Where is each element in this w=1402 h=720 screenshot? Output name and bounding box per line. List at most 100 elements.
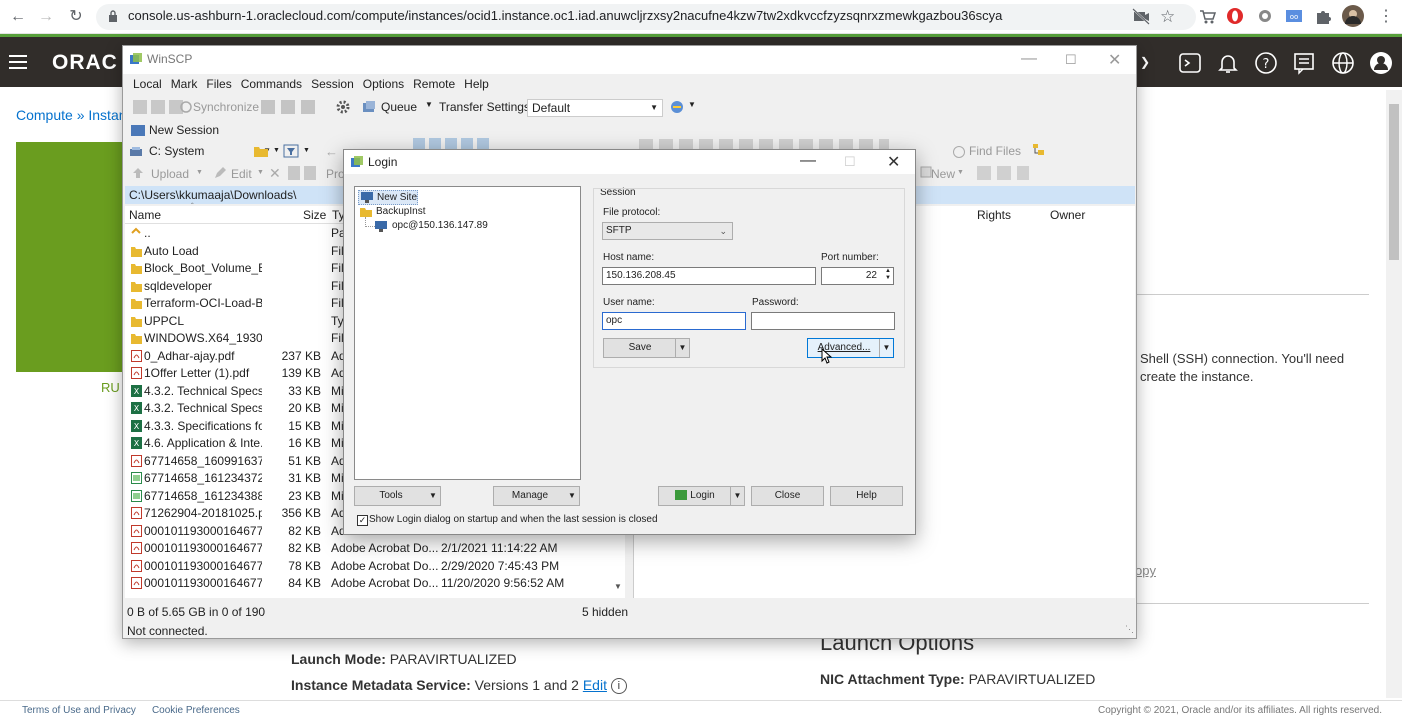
url-text[interactable]: console.us-ashburn-1.oraclecloud.com/com… xyxy=(128,8,1002,23)
stepper-arrows-icon[interactable]: ▲ ▼ xyxy=(885,268,891,282)
find-files-button[interactable]: Find Files xyxy=(953,144,1021,158)
filter-icon[interactable] xyxy=(283,144,299,158)
edit-icon[interactable] xyxy=(213,166,227,180)
tree-toggle-icon[interactable] xyxy=(1031,142,1047,158)
menu-commands[interactable]: Commands xyxy=(241,77,302,91)
upload-button[interactable]: Upload xyxy=(151,167,189,181)
synchronize-icon[interactable] xyxy=(179,100,193,114)
column-name[interactable]: Name xyxy=(129,208,161,222)
login-titlebar[interactable]: Login — ☐ ✕ xyxy=(344,150,915,174)
region-chevron-icon[interactable]: ❯ xyxy=(1140,55,1160,71)
page-scrollbar-thumb[interactable] xyxy=(1389,104,1399,260)
cloud-shell-icon[interactable] xyxy=(1178,51,1202,75)
reload-icon[interactable]: ↻ xyxy=(66,7,86,27)
queue-button[interactable]: Queue xyxy=(381,100,417,114)
port-number-stepper[interactable]: 22 ▲ ▼ xyxy=(821,267,894,285)
copy-link[interactable]: opy xyxy=(1135,563,1156,578)
menu-local[interactable]: Local xyxy=(133,77,162,91)
preferences-gear-icon[interactable] xyxy=(335,99,351,115)
info-icon[interactable]: i xyxy=(610,678,627,695)
manage-dropdown-icon[interactable]: ▼ xyxy=(565,487,579,505)
help-icon[interactable]: ? xyxy=(1254,51,1278,75)
winscp-titlebar[interactable]: WinSCP — ☐ ✕ xyxy=(123,46,1136,74)
cookie-link[interactable]: Cookie Preferences xyxy=(152,705,240,716)
table-row[interactable]: 000101193000164677... 84 KB Adobe Acrobat … xyxy=(125,575,625,593)
extension-circle-icon[interactable] xyxy=(1256,7,1276,27)
new-dropdown-icon[interactable]: ▼ xyxy=(957,169,964,176)
host-name-input[interactable]: 150.136.208.45 xyxy=(602,267,816,285)
synchronize-button[interactable]: Synchronize xyxy=(193,100,259,114)
new-session-tab[interactable]: New Session xyxy=(131,123,219,137)
menu-session[interactable]: Session xyxy=(311,77,354,91)
globe-icon[interactable] xyxy=(1331,51,1355,75)
advanced-dropdown-icon[interactable]: ▼ xyxy=(879,339,893,357)
protocol-select[interactable]: SFTP ⌄ xyxy=(602,222,733,240)
transfer-settings-select[interactable]: Default ▼ xyxy=(527,99,663,117)
table-row[interactable]: 000101193000164677... 78 KB Adobe Acrobat … xyxy=(125,558,625,576)
feedback-icon[interactable] xyxy=(1292,51,1316,75)
back-icon[interactable]: ← xyxy=(8,7,28,27)
login-maximize-button[interactable]: ☐ xyxy=(844,154,856,170)
cart-icon[interactable] xyxy=(1198,7,1218,27)
tree-item-new-site[interactable]: New Site xyxy=(358,190,418,205)
show-login-checkbox[interactable]: ✓ xyxy=(357,515,368,526)
tools-button[interactable]: Tools ▼ xyxy=(354,486,441,506)
list-scroll-down-icon[interactable]: ▼ xyxy=(611,582,625,596)
sync-dropdown-icon[interactable]: ▼ xyxy=(688,100,696,109)
login-close-button[interactable]: ✕ xyxy=(887,152,900,172)
column-size[interactable]: Size xyxy=(303,208,326,222)
close-button[interactable]: Close xyxy=(751,486,824,506)
menu-kebab-icon[interactable]: ⋮ xyxy=(1376,7,1396,27)
save-button[interactable]: Save ▼ xyxy=(603,338,690,358)
login-minimize-button[interactable]: — xyxy=(800,152,816,170)
delete-icon[interactable]: ✕ xyxy=(269,165,281,182)
forward-icon[interactable]: → xyxy=(36,7,56,27)
menu-options[interactable]: Options xyxy=(363,77,404,91)
queue-icon[interactable] xyxy=(361,99,377,115)
save-dropdown-icon[interactable]: ▼ xyxy=(675,339,689,357)
close-window-button[interactable]: ✕ xyxy=(1108,50,1121,70)
star-icon[interactable]: ☆ xyxy=(1160,7,1180,27)
upload-dropdown-icon[interactable]: ▼ xyxy=(196,169,203,176)
column-rights[interactable]: Rights xyxy=(977,208,1011,222)
terms-link[interactable]: Terms of Use and Privacy xyxy=(22,705,136,716)
user-name-input[interactable]: opc xyxy=(602,312,746,330)
imds-edit-link[interactable]: Edit xyxy=(583,677,607,693)
opera-icon[interactable] xyxy=(1226,7,1246,27)
oracle-logo[interactable]: ORAC xyxy=(52,51,118,75)
new-button[interactable]: New xyxy=(931,167,955,181)
column-owner[interactable]: Owner xyxy=(1050,208,1085,222)
user-profile-icon[interactable] xyxy=(1369,51,1393,75)
queue-dropdown-icon[interactable]: ▼ xyxy=(425,100,433,109)
edit-dropdown-icon[interactable]: ▼ xyxy=(257,169,264,176)
edit-button[interactable]: Edit xyxy=(231,167,252,181)
menu-help[interactable]: Help xyxy=(464,77,489,91)
camera-off-icon[interactable] xyxy=(1132,7,1152,27)
remote-sync-icon[interactable] xyxy=(669,99,685,115)
menu-mark[interactable]: Mark xyxy=(171,77,198,91)
login-dropdown-icon[interactable]: ▼ xyxy=(730,487,744,505)
open-folder-icon[interactable] xyxy=(253,144,269,158)
hamburger-icon[interactable] xyxy=(9,54,29,70)
filter-dropdown-icon[interactable]: ▼ xyxy=(303,147,310,154)
extension-blue-icon[interactable]: oo xyxy=(1285,7,1305,27)
puzzle-icon[interactable] xyxy=(1314,7,1334,27)
table-row[interactable]: 000101193000164677... 82 KB Adobe Acrobat … xyxy=(125,540,625,558)
maximize-button[interactable]: ☐ xyxy=(1065,52,1077,68)
manage-button[interactable]: Manage ▼ xyxy=(493,486,580,506)
tools-dropdown-icon[interactable]: ▼ xyxy=(426,487,440,505)
resize-grip-icon[interactable]: ⋱ xyxy=(1125,624,1134,635)
back-nav-icon[interactable]: ← xyxy=(325,144,338,159)
minimize-button[interactable]: — xyxy=(1021,50,1037,68)
help-button[interactable]: Help xyxy=(830,486,903,506)
properties-button[interactable]: Pro xyxy=(326,167,345,181)
menu-files[interactable]: Files xyxy=(206,77,231,91)
password-input[interactable] xyxy=(751,312,895,330)
bell-icon[interactable] xyxy=(1216,51,1240,75)
breadcrumb[interactable]: Compute » Instanc xyxy=(16,107,134,123)
menu-remote[interactable]: Remote xyxy=(413,77,455,91)
lock-icon[interactable] xyxy=(108,10,118,22)
login-button[interactable]: Login ▼ xyxy=(658,486,745,506)
profile-avatar[interactable] xyxy=(1342,5,1364,27)
upload-icon[interactable] xyxy=(131,166,145,180)
